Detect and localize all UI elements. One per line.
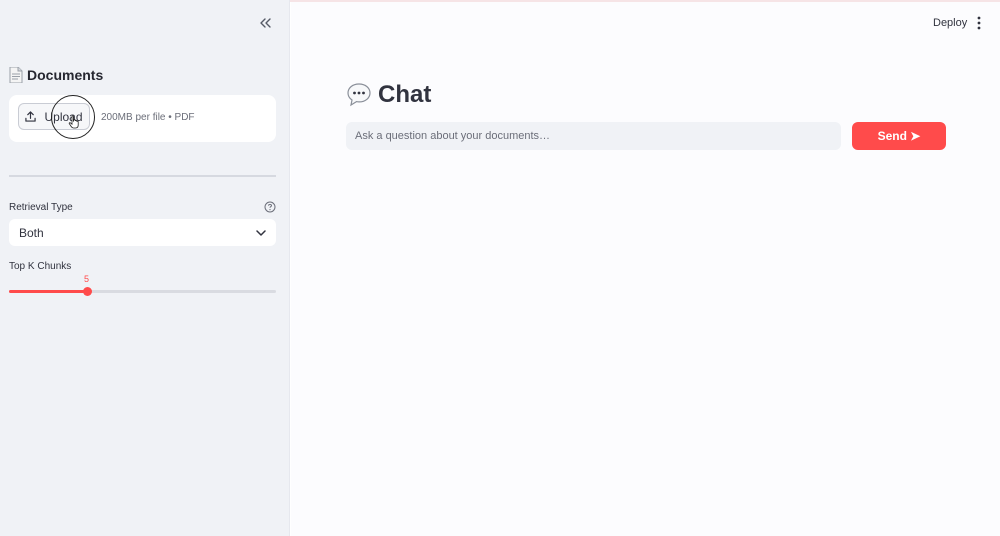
upload-icon [25, 111, 37, 122]
top-k-label: Top K Chunks [9, 261, 72, 272]
help-circle-icon[interactable] [264, 201, 276, 213]
chat-input[interactable] [346, 122, 841, 150]
page-facing-up-emoji [9, 67, 23, 83]
deploy-button[interactable]: Deploy [933, 17, 967, 29]
kebab-menu-icon[interactable] [974, 15, 984, 31]
file-uploader[interactable]: Upload 200MB per file • PDF [9, 95, 276, 142]
upload-hint: 200MB per file • PDF [101, 112, 195, 123]
retrieval-type-value: Both [19, 225, 44, 240]
retrieval-type-label: Retrieval Type [9, 202, 73, 213]
top-k-value: 5 [84, 274, 90, 284]
hand-pointer-cursor-icon [68, 115, 79, 129]
sidebar-divider [9, 175, 276, 177]
top-k-slider-thumb[interactable] [83, 287, 92, 296]
page-title-text: Chat [378, 81, 432, 108]
chevron-down-icon [256, 229, 266, 236]
documents-title: Documents [27, 67, 104, 83]
sidebar: Documents Upload 200MB per file • PDF Re… [0, 0, 290, 536]
send-button[interactable]: Send ➤ [852, 122, 946, 150]
documents-header: Documents [9, 66, 103, 84]
double-chevron-left-icon [260, 18, 271, 28]
collapse-sidebar-button[interactable] [256, 14, 274, 32]
top-k-slider-fill [9, 290, 87, 293]
retrieval-type-select[interactable]: Both [9, 219, 276, 246]
speech-balloon-emoji [347, 83, 371, 107]
top-k-slider-track[interactable] [9, 290, 276, 293]
page-title: Chat [346, 80, 431, 110]
